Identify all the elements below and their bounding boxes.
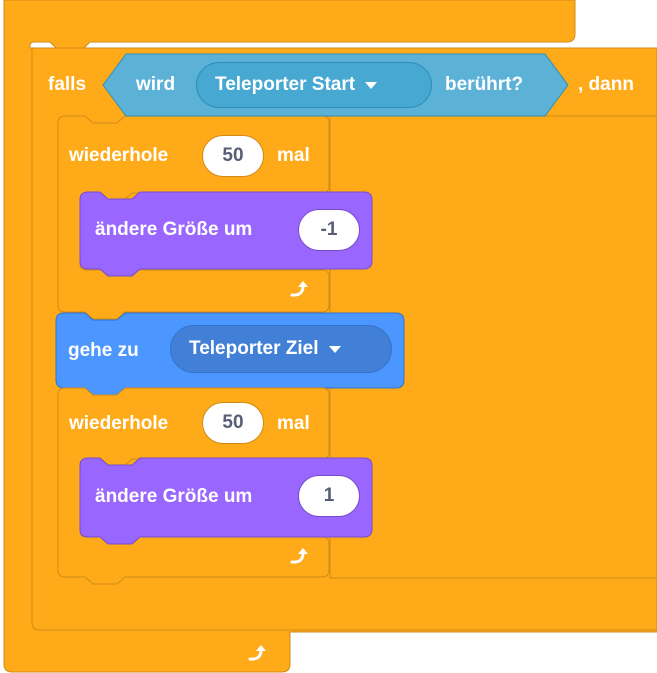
loop-arrow-icon <box>290 548 308 564</box>
then-label: , dann <box>578 74 634 95</box>
goto-target-value: Teleporter Ziel <box>189 338 319 359</box>
repeat-times-label-1: mal <box>277 145 310 166</box>
goto-label: gehe zu <box>68 340 139 361</box>
repeat-label-1: wiederhole <box>69 145 169 166</box>
repeat-label-2: wiederhole <box>69 413 169 434</box>
condition-prefix: wird <box>136 74 176 95</box>
if-keyword: falls <box>48 74 87 95</box>
change-size-label-2: ändere Größe um <box>95 486 253 507</box>
loop-arrow-icon <box>290 281 308 297</box>
change-size-value-input-1[interactable]: -1 <box>298 209 360 251</box>
repeat-times-label-2: mal <box>277 413 310 434</box>
goto-target-dropdown[interactable]: Teleporter Ziel <box>170 325 392 373</box>
repeat-count-input-1[interactable]: 50 <box>202 135 264 177</box>
change-size-value-input-2[interactable]: 1 <box>298 475 360 517</box>
condition-suffix: berührt? <box>445 74 524 95</box>
change-size-label-1: ändere Größe um <box>95 219 253 240</box>
dropdown-caret-icon <box>365 81 378 89</box>
sprite-dropdown-start-value: Teleporter Start <box>215 74 356 95</box>
repeat-count-input-2[interactable]: 50 <box>202 402 264 444</box>
sprite-dropdown-start[interactable]: Teleporter Start <box>196 62 432 108</box>
loop-arrow-icon <box>248 645 266 661</box>
dropdown-caret-icon <box>328 345 341 353</box>
